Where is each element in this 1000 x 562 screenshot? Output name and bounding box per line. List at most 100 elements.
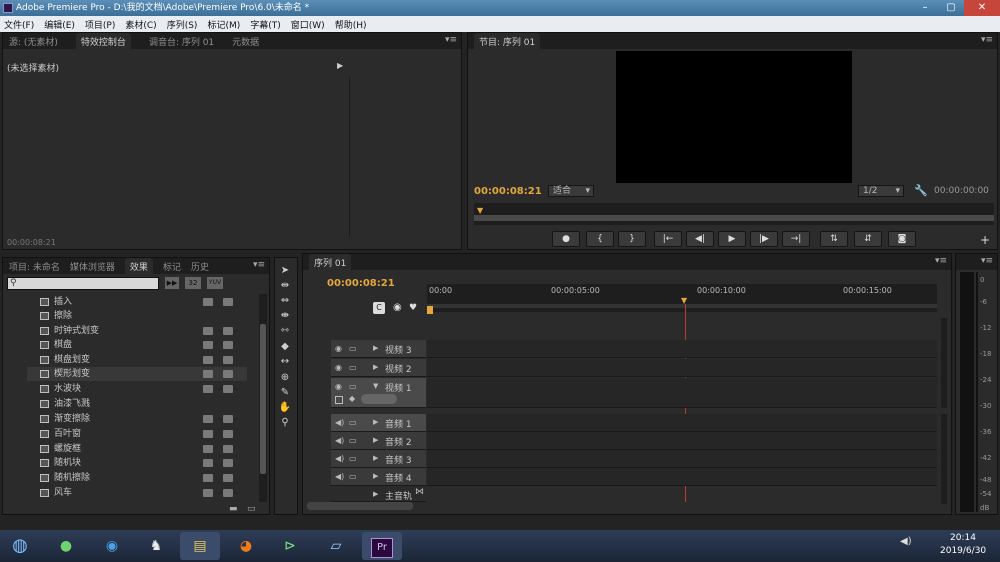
tab-markers[interactable]: 标记	[163, 260, 181, 273]
mark-in-button[interactable]: {	[586, 231, 614, 247]
video-scrollbar[interactable]	[941, 318, 947, 408]
tab-project[interactable]: 项目: 未命名	[9, 260, 60, 273]
track-lane-audio-4[interactable]	[427, 468, 937, 486]
lock-icon[interactable]: ▭	[349, 418, 357, 427]
effects-search-input[interactable]: ⚲	[7, 277, 159, 290]
snap-icon[interactable]: C	[373, 302, 385, 314]
close-button[interactable]: ✕	[964, 0, 1000, 16]
extract-button[interactable]: ⇵	[854, 231, 882, 247]
start-button-icon[interactable]: ◍	[2, 532, 38, 560]
speaker-icon[interactable]: ◀)	[335, 472, 344, 481]
track-header-audio-2[interactable]: ◀) ▭ ▶ 音频 2	[331, 432, 426, 450]
add-button-icon[interactable]: +	[980, 233, 990, 247]
tab-program[interactable]: 节目: 序列 01	[474, 32, 541, 50]
expand-track-icon[interactable]: ▶	[373, 454, 378, 462]
expand-track-icon[interactable]: ▶	[373, 472, 378, 480]
razor-tool-icon[interactable]: ◆	[278, 340, 292, 354]
tab-history[interactable]: 历史	[191, 260, 209, 273]
lock-icon[interactable]: ▭	[349, 363, 357, 372]
ripple-edit-tool-icon[interactable]: ⇔	[278, 294, 292, 308]
add-marker-button[interactable]: ●	[552, 231, 580, 247]
menu-sequence[interactable]: 序列(S)	[167, 18, 198, 31]
audio-scrollbar[interactable]	[941, 414, 947, 504]
menu-file[interactable]: 文件(F)	[4, 18, 34, 31]
list-item[interactable]: 随机擦除	[27, 471, 247, 485]
list-item[interactable]: 棋盘划变	[27, 353, 247, 367]
step-back-button[interactable]: ◀|	[686, 231, 714, 247]
expand-track-icon[interactable]: ▶	[373, 363, 378, 371]
track-select-tool-icon[interactable]: ⇹	[278, 279, 292, 293]
effects-scrollbar[interactable]	[259, 294, 267, 502]
app-window-icon[interactable]: ▱	[316, 532, 356, 560]
go-to-in-button[interactable]: |←	[654, 231, 682, 247]
rolling-edit-tool-icon[interactable]: ⇼	[278, 309, 292, 323]
list-item[interactable]: 时钟式划变	[27, 324, 247, 338]
eye-icon[interactable]: ◉	[335, 382, 342, 391]
playhead-icon[interactable]: ▼	[477, 206, 483, 215]
timeline-ruler[interactable]: 00:00 00:00:05:00 00:00:10:00 00:00:15:0…	[427, 284, 937, 314]
expand-track-icon[interactable]: ▶	[373, 418, 378, 426]
list-item[interactable]: 随机块	[27, 456, 247, 470]
app-firefox-icon[interactable]: ◕	[226, 532, 266, 560]
panel-menu-icon[interactable]: ▾≡	[935, 256, 947, 266]
fit-dropdown[interactable]: 适合 ▾	[548, 185, 594, 197]
accelerated-filter-icon[interactable]: ▶▶	[165, 277, 179, 289]
speaker-icon[interactable]: ◀)	[335, 436, 344, 445]
tab-metadata[interactable]: 元数据	[232, 35, 259, 48]
menu-help[interactable]: 帮助(H)	[335, 18, 367, 31]
yuv-filter-button[interactable]: YUV	[207, 277, 223, 289]
speaker-icon[interactable]: ◀)	[335, 418, 344, 427]
rate-stretch-tool-icon[interactable]: ⇿	[278, 324, 292, 338]
panel-menu-icon[interactable]: ▾≡	[981, 256, 993, 266]
play-button[interactable]: ▶	[718, 231, 746, 247]
list-item[interactable]: 螺旋框	[27, 442, 247, 456]
work-area-start-icon[interactable]	[427, 306, 433, 314]
app-explorer-icon[interactable]: ▤	[180, 532, 220, 560]
tab-effects[interactable]: 效果	[124, 257, 153, 275]
speaker-icon[interactable]: ◀)	[335, 454, 344, 463]
list-item[interactable]: 擦除	[27, 309, 247, 323]
keyframe-icon[interactable]: ◆	[349, 394, 355, 403]
tab-audio-mixer[interactable]: 调音台: 序列 01	[149, 35, 214, 48]
display-style-icon[interactable]	[335, 396, 343, 404]
track-header-audio-1[interactable]: ◀) ▭ ▶ 音频 1	[331, 414, 426, 432]
expand-track-icon[interactable]: ▶	[373, 344, 378, 352]
step-forward-button[interactable]: |▶	[750, 231, 778, 247]
list-item[interactable]: 水波块	[27, 382, 247, 396]
zoom-bar[interactable]	[474, 215, 994, 221]
lock-icon[interactable]: ▭	[349, 454, 357, 463]
track-lane-video-3[interactable]	[427, 340, 937, 358]
tab-source[interactable]: 源: (无素材)	[9, 35, 58, 48]
track-lane-audio-3[interactable]	[427, 450, 937, 468]
list-item[interactable]: 百叶窗	[27, 427, 247, 441]
pen-tool-icon[interactable]: ✎	[278, 386, 292, 400]
track-header-video-2[interactable]: ◉ ▭ ▶ 视频 2	[331, 359, 426, 377]
menu-clip[interactable]: 素材(C)	[125, 18, 156, 31]
list-item-selected[interactable]: 楔形划变	[27, 367, 247, 381]
minimize-button[interactable]: –	[912, 0, 938, 16]
track-header-video-3[interactable]: ◉ ▭ ▶ 视频 3	[331, 340, 426, 358]
program-timecode[interactable]: 00:00:08:21	[474, 186, 542, 197]
panel-menu-icon[interactable]: ▾≡	[445, 35, 457, 45]
menu-edit[interactable]: 编辑(E)	[44, 18, 75, 31]
app-360-icon[interactable]: ●	[46, 532, 86, 560]
expand-track-icon[interactable]: ▶	[373, 436, 378, 444]
menu-window[interactable]: 窗口(W)	[291, 18, 325, 31]
app-premiere-icon[interactable]: Pr	[362, 532, 402, 560]
add-marker-icon[interactable]: ♥	[409, 303, 417, 313]
track-lane-audio-2[interactable]	[427, 432, 937, 450]
collapse-track-icon[interactable]: ▼	[373, 382, 378, 390]
track-header-video-1[interactable]: ◉ ▭ ▼ 视频 1 ◆	[331, 378, 426, 408]
trash-icon[interactable]: ▭	[247, 504, 256, 514]
track-header-audio-3[interactable]: ◀) ▭ ▶ 音频 3	[331, 450, 426, 468]
menu-project[interactable]: 项目(P)	[85, 18, 115, 31]
list-item[interactable]: 插入	[27, 295, 247, 309]
linked-selection-icon[interactable]: ◉	[393, 302, 402, 313]
lock-icon[interactable]: ▭	[349, 344, 357, 353]
tab-sequence[interactable]: 序列 01	[309, 253, 352, 271]
eye-icon[interactable]: ◉	[335, 363, 342, 372]
tab-effect-controls[interactable]: 特效控制台	[75, 32, 131, 50]
lock-icon[interactable]: ▭	[349, 472, 357, 481]
zoom-tool-icon[interactable]: ⚲	[278, 416, 292, 430]
menu-marker[interactable]: 标记(M)	[207, 18, 240, 31]
